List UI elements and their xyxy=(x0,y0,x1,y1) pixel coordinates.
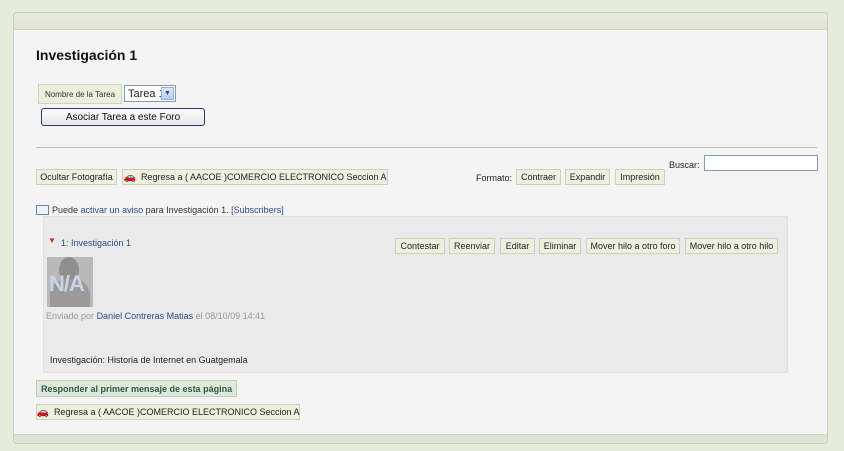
subscribe-notice: Puede activar un aviso para Investigació… xyxy=(36,205,284,215)
post-title[interactable]: 1: Investigación 1 xyxy=(61,238,131,248)
search-input[interactable] xyxy=(704,155,818,171)
author-link[interactable]: Daniel Contreras Matias xyxy=(97,311,194,321)
panel-footer-bar xyxy=(14,434,827,443)
reply-button[interactable]: Contestar xyxy=(395,238,445,254)
reply-first-message-button[interactable]: Responder al primer mensaje de esta pági… xyxy=(36,380,238,397)
car-icon: 🚗 xyxy=(36,406,49,418)
post-body: Investigación: Historia de Internet en G… xyxy=(50,355,248,365)
return-course-label-bottom: Regresa a ( AACOE )COMERCIO ELECTRONICO … xyxy=(53,407,300,417)
subscribers-link[interactable]: [Subscribers] xyxy=(231,205,284,215)
sent-prefix: Enviado por xyxy=(46,311,95,321)
forum-panel: Investigación 1 Nombre de la Tarea Tarea… xyxy=(13,12,828,444)
delete-button[interactable]: Eliminar xyxy=(539,238,581,254)
edit-button[interactable]: Editar xyxy=(500,238,535,254)
return-course-label: Regresa a ( AACOE )COMERCIO ELECTRONICO … xyxy=(140,172,387,182)
move-thread-thread-button[interactable]: Mover hilo a otro hilo xyxy=(685,238,778,254)
task-name-label: Nombre de la Tarea xyxy=(38,84,122,104)
move-thread-forum-button[interactable]: Mover hilo a otro foro xyxy=(586,238,680,254)
hide-photo-button[interactable]: Ocultar Fotografía xyxy=(36,169,117,185)
notice-middle: para Investigación 1. xyxy=(145,205,229,215)
sent-date: el 08/10/09 14:41 xyxy=(195,311,266,321)
post-meta: Enviado por Daniel Contreras Matias el 0… xyxy=(46,311,265,321)
return-course-button-bottom[interactable]: 🚗 Regresa a ( AACOE )COMERCIO ELECTRONIC… xyxy=(36,404,300,420)
chevron-down-icon[interactable]: ▼ xyxy=(161,87,174,100)
car-icon: 🚗 xyxy=(123,171,136,183)
format-label: Formato: xyxy=(476,173,513,183)
notice-prefix: Puede xyxy=(52,205,79,215)
task-select-value: Tarea 1 xyxy=(128,87,165,100)
collapse-button[interactable]: Contraer xyxy=(516,169,561,185)
avatar: N/A xyxy=(47,257,93,307)
triangle-down-icon[interactable]: ▼ xyxy=(48,236,56,245)
subscribe-link[interactable]: activar un aviso xyxy=(81,205,144,215)
divider xyxy=(36,147,817,148)
return-course-button[interactable]: 🚗 Regresa a ( AACOE )COMERCIO ELECTRONIC… xyxy=(122,169,388,185)
associate-task-button[interactable]: Asociar Tarea a este Foro xyxy=(41,108,205,126)
panel-header-bar xyxy=(14,13,827,30)
mail-icon xyxy=(36,205,49,215)
expand-button[interactable]: Expandir xyxy=(565,169,610,185)
forward-button[interactable]: Reenviar xyxy=(449,238,495,254)
search-label: Buscar: xyxy=(669,160,700,170)
page-title: Investigación 1 xyxy=(36,47,138,63)
avatar-placeholder-text: N/A xyxy=(49,271,85,296)
print-button[interactable]: Impresión xyxy=(615,169,665,185)
task-select[interactable]: Tarea 1 ▼ xyxy=(124,85,176,102)
